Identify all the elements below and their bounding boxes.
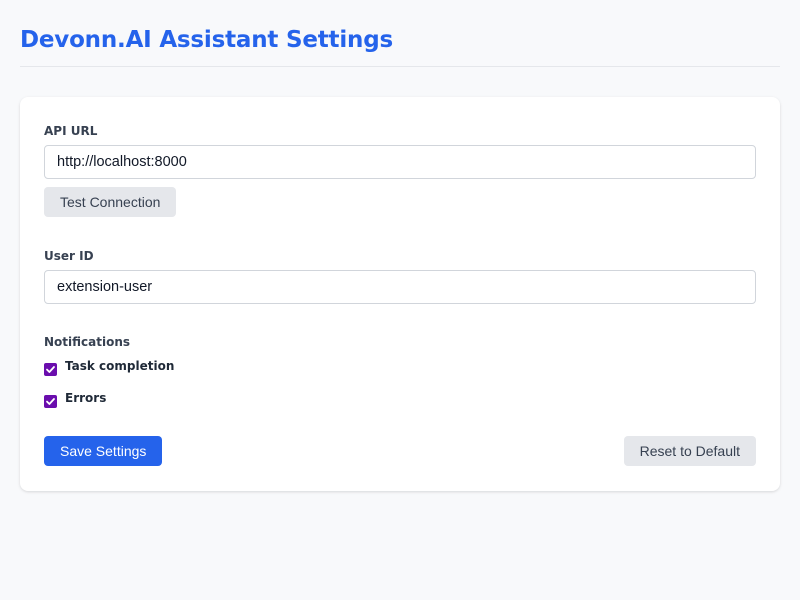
- task-completion-option[interactable]: Task completion: [44, 359, 174, 377]
- errors-option[interactable]: Errors: [44, 391, 106, 409]
- notifications-label: Notifications: [44, 335, 131, 349]
- api-url-input[interactable]: [44, 145, 756, 179]
- settings-card: API URL Test Connection User ID Notifica…: [20, 97, 780, 491]
- test-connection-button[interactable]: Test Connection: [44, 187, 177, 217]
- checkmark-icon: [46, 398, 55, 405]
- settings-page: Devonn.AI Assistant Settings API URL Tes…: [0, 0, 800, 600]
- user-id-label: User ID: [44, 249, 94, 263]
- errors-label: Errors: [65, 391, 107, 405]
- page-title: Devonn.AI Assistant Settings: [20, 27, 393, 53]
- task-completion-label: Task completion: [65, 359, 175, 373]
- user-id-input[interactable]: [44, 270, 756, 304]
- title-divider: [20, 66, 780, 67]
- api-url-label: API URL: [44, 124, 98, 138]
- checkmark-icon: [46, 366, 55, 373]
- task-completion-checkbox[interactable]: [44, 363, 57, 376]
- errors-checkbox[interactable]: [44, 395, 57, 408]
- reset-to-default-button[interactable]: Reset to Default: [623, 436, 756, 466]
- save-settings-button[interactable]: Save Settings: [44, 436, 163, 466]
